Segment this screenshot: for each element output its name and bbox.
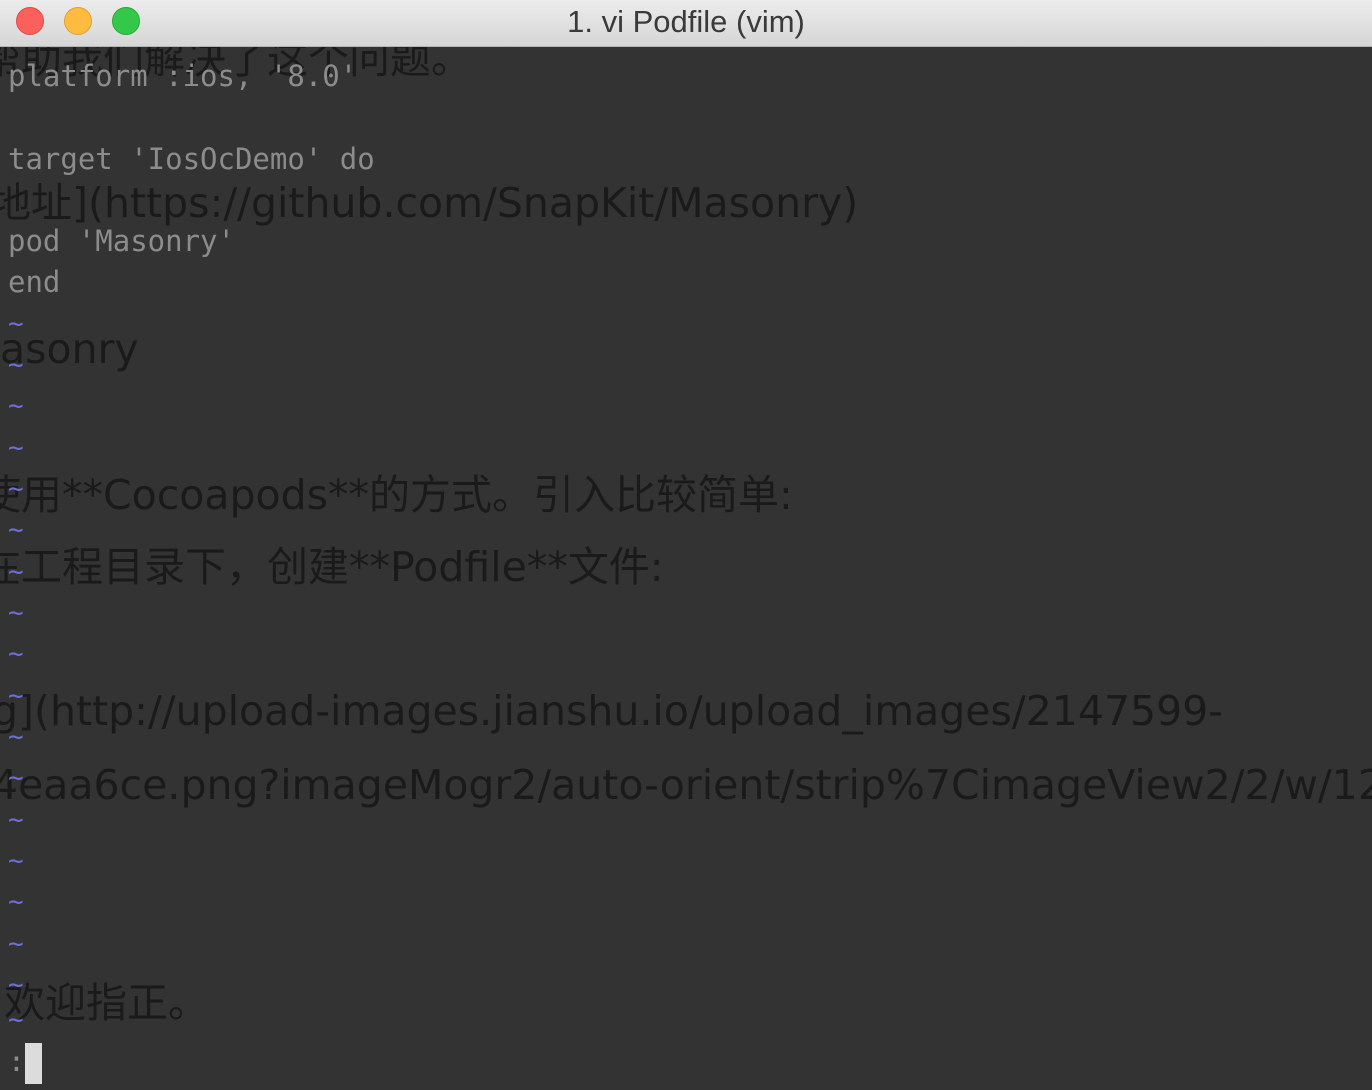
background-text: 4eaa6ce.png?imageMogr2/auto-orient/strip… [0, 761, 1372, 809]
empty-line-tilde: ~ [8, 391, 24, 421]
empty-line-tilde: ~ [8, 887, 24, 917]
empty-line-tilde: ~ [8, 350, 24, 380]
empty-line-tilde: ~ [8, 722, 24, 752]
text-cursor [25, 1043, 42, 1084]
background-text: 地址](https://github.com/SnapKit/Masonry) [0, 179, 859, 227]
code-line: end [8, 265, 61, 299]
empty-line-tilde: ~ [8, 433, 24, 463]
empty-line-tilde: ~ [8, 805, 24, 835]
title-bar[interactable]: 1. vi Podfile (vim) [0, 0, 1372, 47]
empty-line-tilde: ~ [8, 846, 24, 876]
empty-line-tilde: ~ [8, 309, 24, 339]
window-title: 1. vi Podfile (vim) [567, 4, 805, 39]
empty-line-tilde: ~ [8, 474, 24, 504]
background-text: 在工程目录下，创建**Podfile**文件: [0, 543, 664, 591]
empty-line-tilde: ~ [8, 681, 24, 711]
empty-line-tilde: ~ [8, 598, 24, 628]
empty-line-tilde: ~ [8, 970, 24, 1000]
code-line: platform :ios, '8.0' [8, 59, 358, 93]
empty-line-tilde: ~ [8, 639, 24, 669]
code-line: pod 'Masonry' [8, 224, 235, 258]
terminal-window: 1. vi Podfile (vim) 帮助我们解决了这个问题。 地址](htt… [0, 0, 1372, 1090]
background-text: 使用**Cocoapods**的方式。引入比较简单: [0, 471, 793, 519]
background-text: g](http://upload-images.jianshu.io/uploa… [0, 687, 1224, 735]
code-line: target 'IosOcDemo' do [8, 142, 375, 176]
background-text: 欢迎指正。 [4, 979, 209, 1027]
empty-line-tilde: ~ [8, 929, 24, 959]
vim-editor[interactable]: 帮助我们解决了这个问题。 地址](https://github.com/Snap… [0, 47, 1372, 1090]
empty-line-tilde: ~ [8, 515, 24, 545]
empty-line-tilde: ~ [8, 1005, 24, 1035]
command-line[interactable]: : [8, 1042, 25, 1082]
empty-line-tilde: ~ [8, 557, 24, 587]
empty-line-tilde: ~ [8, 763, 24, 793]
